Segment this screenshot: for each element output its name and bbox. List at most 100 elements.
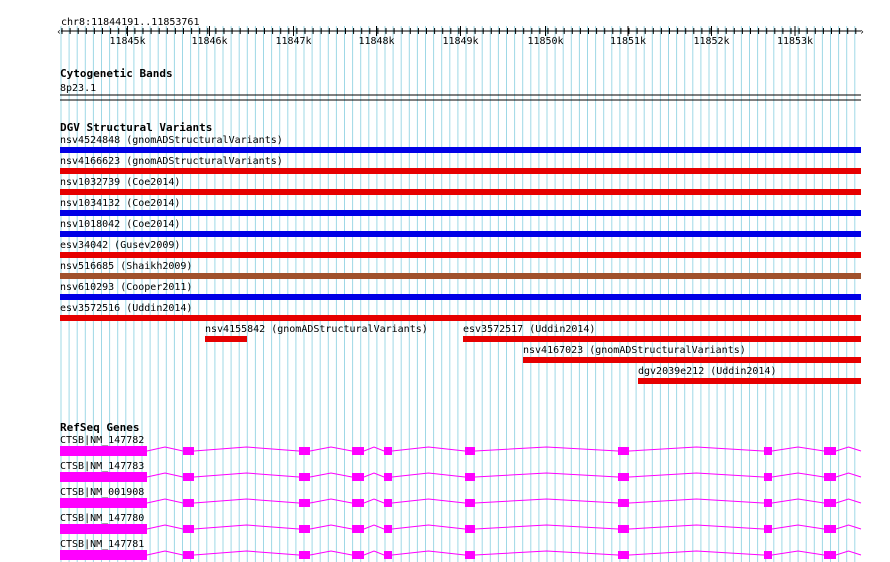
exon-block (618, 551, 629, 559)
ruler-left-arrow-icon: ‹ (56, 28, 61, 38)
exon-block (824, 473, 836, 481)
exon-block (465, 447, 475, 455)
dgv-feature-bar[interactable] (60, 252, 861, 258)
exon-block (299, 447, 310, 455)
dgv-feature-bar[interactable] (60, 189, 861, 195)
exon-block (824, 551, 836, 559)
ruler-tick-label: 11846k (191, 36, 227, 47)
exon-block (824, 525, 836, 533)
exon-block (384, 473, 392, 481)
ruler-tick-label: 11845k (109, 36, 145, 47)
dgv-feature-label: nsv1032739 (Coe2014) (60, 177, 180, 188)
exon-block (764, 447, 772, 455)
exon-block (352, 525, 364, 533)
exon-block (384, 551, 392, 559)
exon-block (384, 525, 392, 533)
intron-line (146, 498, 862, 504)
dgv-feature-bar[interactable] (463, 336, 861, 342)
dgv-feature-bar[interactable] (60, 315, 861, 321)
intron-line (146, 446, 862, 452)
ruler-tick-label: 11851k (610, 36, 646, 47)
refseq-transcripts: CTSB|NM_147782 CTSB|NM_147783 CTSB|NM_0019… (60, 435, 862, 560)
dgv-feature-label: nsv4524848 (gnomADStructuralVariants) (60, 135, 283, 146)
ruler-tick-label: 11848k (358, 36, 394, 47)
exon-block (183, 499, 194, 507)
dgv-feature-label: nsv1034132 (Coe2014) (60, 198, 180, 209)
refseq-transcript[interactable]: CTSB|NM_147782 (60, 435, 862, 456)
exon-block (299, 499, 310, 507)
transcript-label: CTSB|NM_147782 (60, 435, 144, 446)
exon-block (60, 446, 147, 456)
ruler-tick-label: 11852k (693, 36, 729, 47)
exon-block (764, 525, 772, 533)
ruler-right-arrow-icon: › (859, 28, 864, 38)
exon-block (618, 447, 629, 455)
exon-block (60, 498, 147, 508)
dgv-feature-bar[interactable] (60, 273, 861, 279)
ruler-tick-label: 11847k (275, 36, 311, 47)
exon-block (352, 499, 364, 507)
exon-block (60, 524, 147, 534)
locus-label: chr8:11844191..11853761 (61, 17, 199, 28)
dgv-feature-label: nsv4155842 (gnomADStructuralVariants) (205, 324, 428, 335)
dgv-feature-label: nsv4167023 (gnomADStructuralVariants) (523, 345, 746, 356)
ruler-tick-label: 11853k (777, 36, 813, 47)
dgv-feature-label: esv3572517 (Uddin2014) (463, 324, 595, 335)
dgv-feature-bar[interactable] (60, 168, 861, 174)
dgv-feature-bar[interactable] (205, 336, 247, 342)
exon-block (764, 473, 772, 481)
intron-line (146, 550, 862, 556)
exon-block (183, 447, 194, 455)
refseq-transcript[interactable]: CTSB|NM_147781 (60, 539, 862, 560)
exon-block (60, 550, 147, 560)
dgv-feature-bar[interactable] (60, 294, 861, 300)
refseq-transcript[interactable]: CTSB|NM_147783 (60, 461, 862, 482)
refseq-track-title: RefSeq Genes (60, 421, 139, 434)
dgv-feature-bar[interactable] (60, 231, 861, 237)
ruler-tick-label: 11849k (442, 36, 478, 47)
exon-block (764, 499, 772, 507)
exon-block (618, 473, 629, 481)
exon-block (60, 472, 147, 482)
dgv-feature-label: nsv1018042 (Coe2014) (60, 219, 180, 230)
dgv-track-title: DGV Structural Variants (60, 121, 212, 134)
exon-block (299, 473, 310, 481)
exon-block (183, 473, 194, 481)
refseq-transcript[interactable]: CTSB|NM_147780 (60, 513, 862, 534)
exon-block (465, 525, 475, 533)
dgv-feature-bar[interactable] (60, 147, 861, 153)
refseq-transcript[interactable]: CTSB|NM_001908 (60, 487, 862, 508)
exon-block (352, 551, 364, 559)
dgv-feature-bar[interactable] (523, 357, 861, 363)
exon-block (764, 551, 772, 559)
exon-block (183, 525, 194, 533)
exon-block (384, 499, 392, 507)
dgv-feature-label: dgv2039e212 (Uddin2014) (638, 366, 776, 377)
intron-line (146, 524, 862, 530)
exon-block (824, 499, 836, 507)
cytoband-track-title: Cytogenetic Bands (60, 67, 173, 80)
dgv-feature-label: esv3572516 (Uddin2014) (60, 303, 192, 314)
exon-block (824, 447, 836, 455)
dgv-feature-bar[interactable] (60, 210, 861, 216)
dgv-feature-label: nsv516685 (Shaikh2009) (60, 261, 192, 272)
exon-block (183, 551, 194, 559)
exon-block (465, 473, 475, 481)
exon-block (299, 525, 310, 533)
exon-block (618, 525, 629, 533)
dgv-features: nsv4524848 (gnomADStructuralVariants) nsv… (60, 135, 861, 384)
dgv-feature-bar[interactable] (638, 378, 861, 384)
exon-block (384, 447, 392, 455)
dgv-feature-label: nsv610293 (Cooper2011) (60, 282, 192, 293)
exon-block (465, 499, 475, 507)
transcript-label: CTSB|NM_001908 (60, 487, 144, 498)
transcript-label: CTSB|NM_147781 (60, 539, 144, 550)
coordinate-ruler: ‹ › 11845k 11846k 11847k 11848k 11849k 11850k… (56, 26, 865, 47)
genome-browser-view: chr8:11844191..11853761 ‹ › 11845k 11846k… (56, 17, 865, 562)
exon-block (352, 447, 364, 455)
intron-line (146, 472, 862, 478)
transcript-label: CTSB|NM_147783 (60, 461, 144, 472)
cytoband-label: 8p23.1 (60, 83, 96, 94)
dgv-feature-label: esv34042 (Gusev2009) (60, 240, 180, 251)
exon-block (465, 551, 475, 559)
